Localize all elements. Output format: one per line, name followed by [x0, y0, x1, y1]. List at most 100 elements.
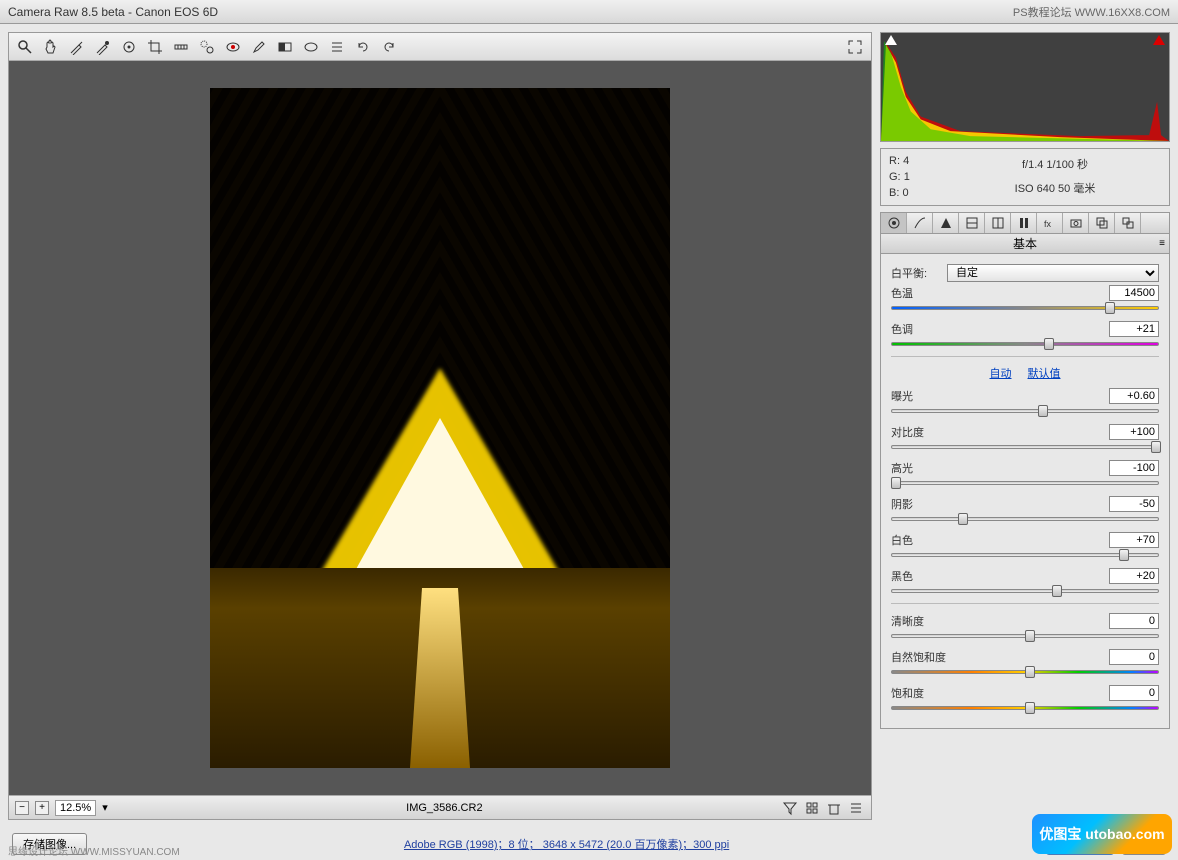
target-adjust-icon[interactable] [119, 37, 139, 57]
temp-thumb[interactable] [1105, 302, 1115, 314]
tab-fx[interactable]: fx [1037, 213, 1063, 233]
prefs-icon[interactable] [327, 37, 347, 57]
highlight-clip-icon[interactable] [1153, 35, 1165, 45]
highlights-thumb[interactable] [891, 477, 901, 489]
zoom-out-button[interactable]: − [15, 801, 29, 815]
contrast-thumb[interactable] [1151, 441, 1161, 453]
blacks-thumb[interactable] [1052, 585, 1062, 597]
tint-value[interactable] [1109, 321, 1159, 337]
brush-tool-icon[interactable] [249, 37, 269, 57]
default-link[interactable]: 默认值 [1028, 368, 1061, 380]
tab-presets[interactable] [1089, 213, 1115, 233]
metadata-panel: R: 4 G: 1 B: 0 f/1.4 1/100 秒 ISO 640 50 … [880, 148, 1170, 206]
trash-icon[interactable] [825, 799, 843, 817]
shadows-thumb[interactable] [958, 513, 968, 525]
tab-snapshots[interactable] [1115, 213, 1141, 233]
highlights-value[interactable] [1109, 460, 1159, 476]
preview-pane: − + 12.5% ▾ IMG_3586.CR2 [8, 32, 872, 820]
watermark: 优图宝 utobao.com [1032, 814, 1172, 854]
fullscreen-icon[interactable] [845, 37, 865, 57]
vibrance-slider[interactable] [891, 668, 1159, 676]
tab-camera[interactable] [1063, 213, 1089, 233]
camera-raw-window: Camera Raw 8.5 beta - Canon EOS 6D PS教程论… [0, 0, 1178, 860]
shadow-clip-icon[interactable] [885, 35, 897, 45]
wb-tool-icon[interactable] [67, 37, 87, 57]
contrast-label: 对比度 [891, 424, 1109, 440]
gradient-tool-icon[interactable] [275, 37, 295, 57]
whites-label: 白色 [891, 532, 1109, 548]
panel-tabs: fx [880, 212, 1170, 234]
contrast-slider[interactable] [891, 443, 1159, 451]
clarity-thumb[interactable] [1025, 630, 1035, 642]
spot-removal-icon[interactable] [197, 37, 217, 57]
g-value: 1 [904, 171, 910, 183]
vibrance-value[interactable] [1109, 649, 1159, 665]
basic-panel: 白平衡: 自定 色温 色调 自动 默认值 曝光 对比度 [880, 254, 1170, 729]
rotate-cw-icon[interactable] [379, 37, 399, 57]
preview-image [210, 88, 670, 768]
exposure-value[interactable] [1109, 388, 1159, 404]
exposure-slider[interactable] [891, 407, 1159, 415]
wb-label: 白平衡: [891, 265, 941, 281]
rating-icon[interactable] [803, 799, 821, 817]
tint-thumb[interactable] [1044, 338, 1054, 350]
straighten-tool-icon[interactable] [171, 37, 191, 57]
workflow-info[interactable]: Adobe RGB (1998)；8 位； 3648 x 5472 (20.0 … [95, 836, 1038, 852]
titlebar: Camera Raw 8.5 beta - Canon EOS 6D PS教程论… [0, 0, 1178, 24]
shadows-slider[interactable] [891, 515, 1159, 523]
svg-text:fx: fx [1044, 219, 1052, 229]
saturation-slider[interactable] [891, 704, 1159, 712]
tab-basic[interactable] [881, 213, 907, 233]
clarity-value[interactable] [1109, 613, 1159, 629]
slider-temp: 色温 [891, 284, 1159, 312]
exif-aperture-shutter: f/1.4 1/100 秒 [949, 153, 1161, 177]
auto-link[interactable]: 自动 [990, 368, 1012, 380]
blacks-slider[interactable] [891, 587, 1159, 595]
clarity-slider[interactable] [891, 632, 1159, 640]
temp-value[interactable] [1109, 285, 1159, 301]
blacks-label: 黑色 [891, 568, 1109, 584]
hand-tool-icon[interactable] [41, 37, 61, 57]
whites-value[interactable] [1109, 532, 1159, 548]
rotate-ccw-icon[interactable] [353, 37, 373, 57]
histogram[interactable] [880, 32, 1170, 142]
exposure-label: 曝光 [891, 388, 1109, 404]
whites-slider[interactable] [891, 551, 1159, 559]
zoom-level[interactable]: 12.5% [55, 800, 96, 816]
tint-label: 色调 [891, 321, 1109, 337]
tab-detail[interactable] [933, 213, 959, 233]
zoom-in-button[interactable]: + [35, 801, 49, 815]
redeye-tool-icon[interactable] [223, 37, 243, 57]
exif-iso-focal: ISO 640 50 毫米 [949, 177, 1161, 201]
tab-hsl[interactable] [959, 213, 985, 233]
filmstrip-icon[interactable] [847, 799, 865, 817]
right-panel: R: 4 G: 1 B: 0 f/1.4 1/100 秒 ISO 640 50 … [880, 32, 1170, 820]
tab-lens[interactable] [1011, 213, 1037, 233]
whites-thumb[interactable] [1119, 549, 1129, 561]
tab-curve[interactable] [907, 213, 933, 233]
exposure-thumb[interactable] [1038, 405, 1048, 417]
vibrance-label: 自然饱和度 [891, 649, 1109, 665]
tab-split[interactable] [985, 213, 1011, 233]
r-label: R: [889, 155, 900, 167]
vibrance-thumb[interactable] [1025, 666, 1035, 678]
blacks-value[interactable] [1109, 568, 1159, 584]
contrast-value[interactable] [1109, 424, 1159, 440]
crop-tool-icon[interactable] [145, 37, 165, 57]
shadows-value[interactable] [1109, 496, 1159, 512]
saturation-value[interactable] [1109, 685, 1159, 701]
saturation-thumb[interactable] [1025, 702, 1035, 714]
zoom-tool-icon[interactable] [15, 37, 35, 57]
filter-icon[interactable] [781, 799, 799, 817]
panel-title-bar: 基本 ≡ [880, 234, 1170, 254]
shadows-label: 阴影 [891, 496, 1109, 512]
panel-menu-icon[interactable]: ≡ [1159, 238, 1165, 249]
color-sampler-icon[interactable] [93, 37, 113, 57]
temp-slider[interactable] [891, 304, 1159, 312]
tint-slider[interactable] [891, 340, 1159, 348]
highlights-slider[interactable] [891, 479, 1159, 487]
radial-tool-icon[interactable] [301, 37, 321, 57]
wb-select[interactable]: 自定 [947, 264, 1159, 282]
zoom-dropdown-icon[interactable]: ▾ [102, 801, 108, 814]
image-preview[interactable] [9, 61, 871, 795]
